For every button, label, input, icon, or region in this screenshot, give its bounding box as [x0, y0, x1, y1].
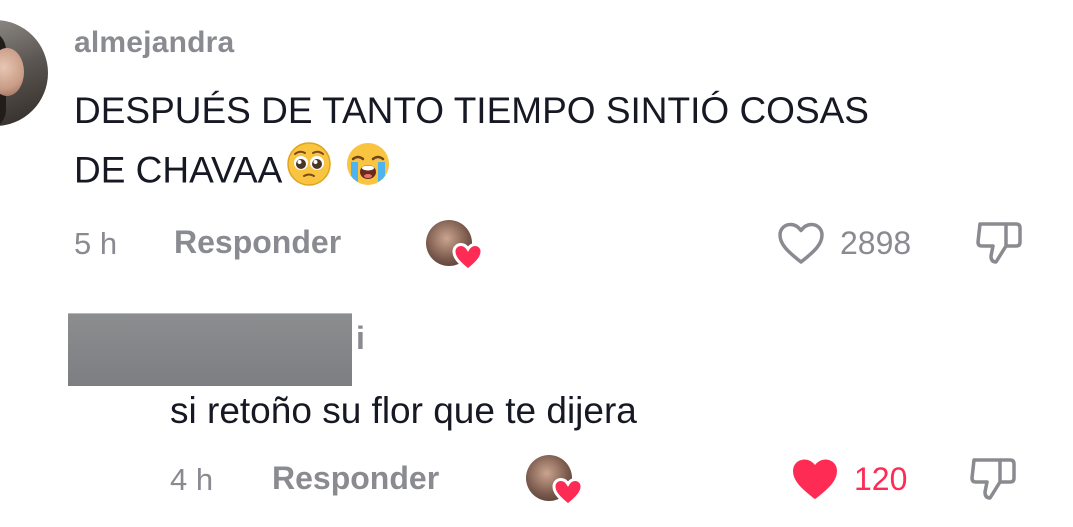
reply-button[interactable]: Responder [174, 224, 341, 261]
creator-liked-badge [526, 455, 584, 511]
comment-text: DESPUÉS DE TANTO TIEMPO SINTIÓ COSAS DE … [74, 82, 869, 205]
creator-liked-badge [426, 220, 484, 276]
comment-username[interactable]: almejandra [74, 26, 234, 60]
heart-filled-icon [793, 459, 837, 499]
heart-icon [552, 477, 584, 507]
avatar[interactable] [0, 20, 48, 126]
dislike-icon[interactable] [972, 216, 1026, 270]
like-button[interactable]: 120 [790, 456, 907, 502]
comment-text-line1: DESPUÉS DE TANTO TIEMPO SINTIÓ COSAS [74, 90, 869, 131]
pleading-face-icon [286, 141, 332, 204]
avatar-face [0, 48, 24, 96]
loudly-crying-face-icon [344, 140, 392, 205]
heart-outline-icon [778, 222, 824, 264]
like-count: 120 [854, 460, 908, 497]
reply-text: si retoño su flor que te dijera [170, 390, 637, 431]
like-button[interactable]: 2898 [776, 220, 911, 266]
reply-button[interactable]: Responder [272, 460, 439, 497]
comment-text-line2-wrap: DE CHAVAA [74, 140, 869, 205]
dislike-icon[interactable] [966, 452, 1020, 506]
redacted-username-block [68, 313, 352, 386]
reply-username-tail[interactable]: i [356, 320, 365, 357]
heart-icon [452, 242, 484, 272]
comment-timestamp: 5 h [74, 226, 118, 261]
reply-timestamp: 4 h [170, 462, 214, 497]
comment-text-line2: DE CHAVAA [74, 149, 283, 191]
like-count: 2898 [840, 224, 912, 261]
